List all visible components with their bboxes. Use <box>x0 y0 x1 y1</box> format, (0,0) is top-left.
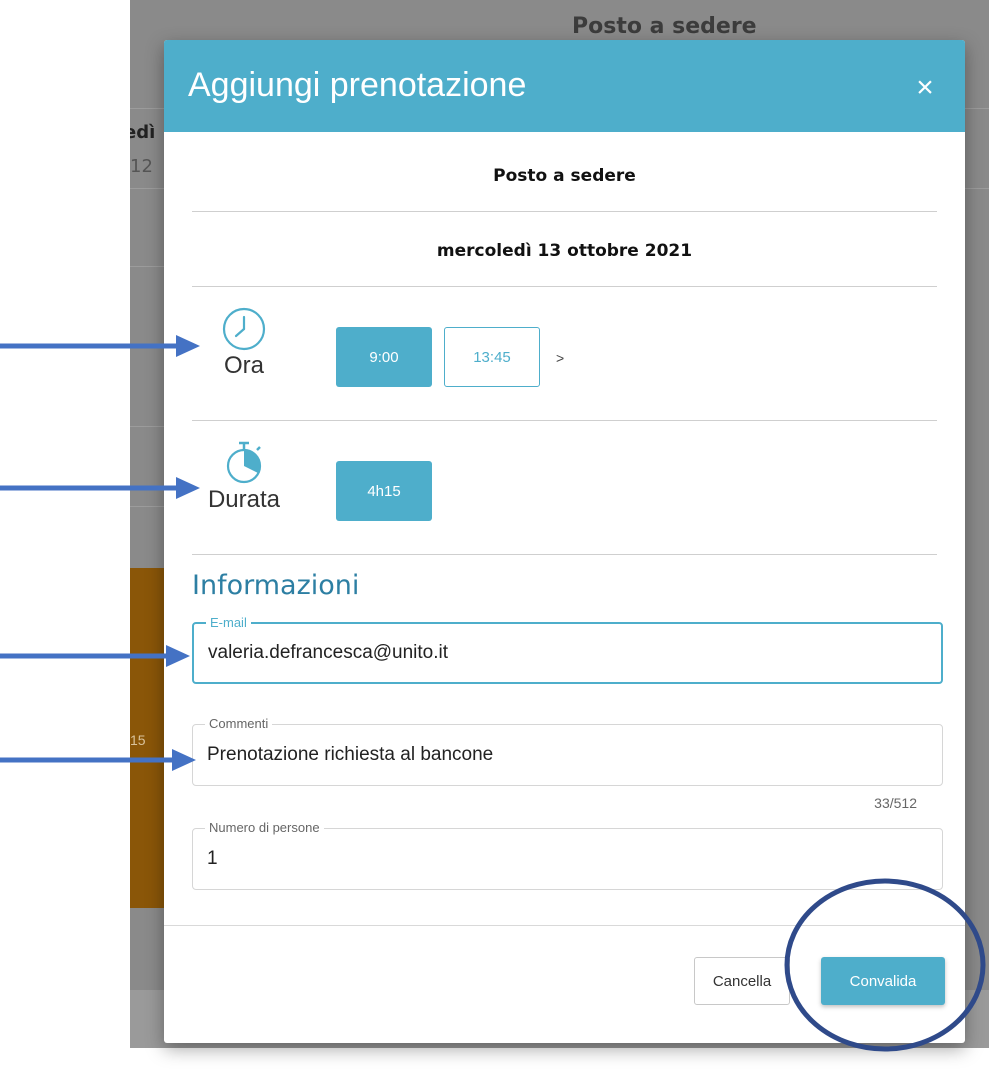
duration-section: Durata <box>194 440 294 514</box>
dialog-header: Aggiungi prenotazione × <box>164 40 965 132</box>
comments-char-counter: 33/512 <box>874 795 917 811</box>
background-day-name: edì <box>130 122 156 143</box>
booking-date: mercoledì 13 ottobre 2021 <box>436 241 693 261</box>
comments-field-label: Commenti <box>205 716 273 731</box>
divider <box>192 286 937 287</box>
time-label: Ora <box>223 352 264 379</box>
time-slot-13-45[interactable]: 13:45 <box>444 327 540 387</box>
cancel-button[interactable]: Cancella <box>694 957 790 1005</box>
divider <box>192 211 937 212</box>
footer-divider <box>164 925 965 926</box>
email-field-value[interactable]: valeria.defrancesca@unito.it <box>208 642 448 664</box>
clock-icon <box>222 307 266 351</box>
people-count-field[interactable]: Numero di persone 1 <box>192 820 943 890</box>
people-count-field-value[interactable]: 1 <box>207 848 218 870</box>
divider <box>192 420 937 421</box>
add-booking-dialog: Aggiungi prenotazione × Posto a sedere m… <box>164 40 965 1043</box>
duration-option-4h15[interactable]: 4h15 <box>336 461 432 521</box>
comments-field-value[interactable]: Prenotazione richiesta al bancone <box>207 744 493 766</box>
people-count-field-label: Numero di persone <box>205 820 324 835</box>
next-slots-arrow[interactable]: > <box>556 350 564 366</box>
divider <box>192 554 937 555</box>
background-header-title: Posto a sedere <box>572 14 757 39</box>
time-section: Ora <box>194 306 294 380</box>
close-button[interactable]: × <box>913 73 937 103</box>
time-slot-9-00[interactable]: 9:00 <box>336 327 432 387</box>
comments-field[interactable]: Commenti Prenotazione richiesta al banco… <box>192 716 943 786</box>
background-event-time: 15 <box>130 732 146 748</box>
dialog-title: Aggiungi prenotazione <box>188 66 527 104</box>
email-field-label: E-mail <box>206 615 251 630</box>
resource-name: Posto a sedere <box>493 166 636 186</box>
info-heading: Informazioni <box>192 570 360 601</box>
background-day-number: 12 <box>130 156 153 177</box>
email-field[interactable]: E-mail valeria.defrancesca@unito.it <box>192 615 943 684</box>
stopwatch-icon <box>226 441 262 484</box>
confirm-button[interactable]: Convalida <box>821 957 945 1005</box>
duration-label: Durata <box>207 486 281 513</box>
